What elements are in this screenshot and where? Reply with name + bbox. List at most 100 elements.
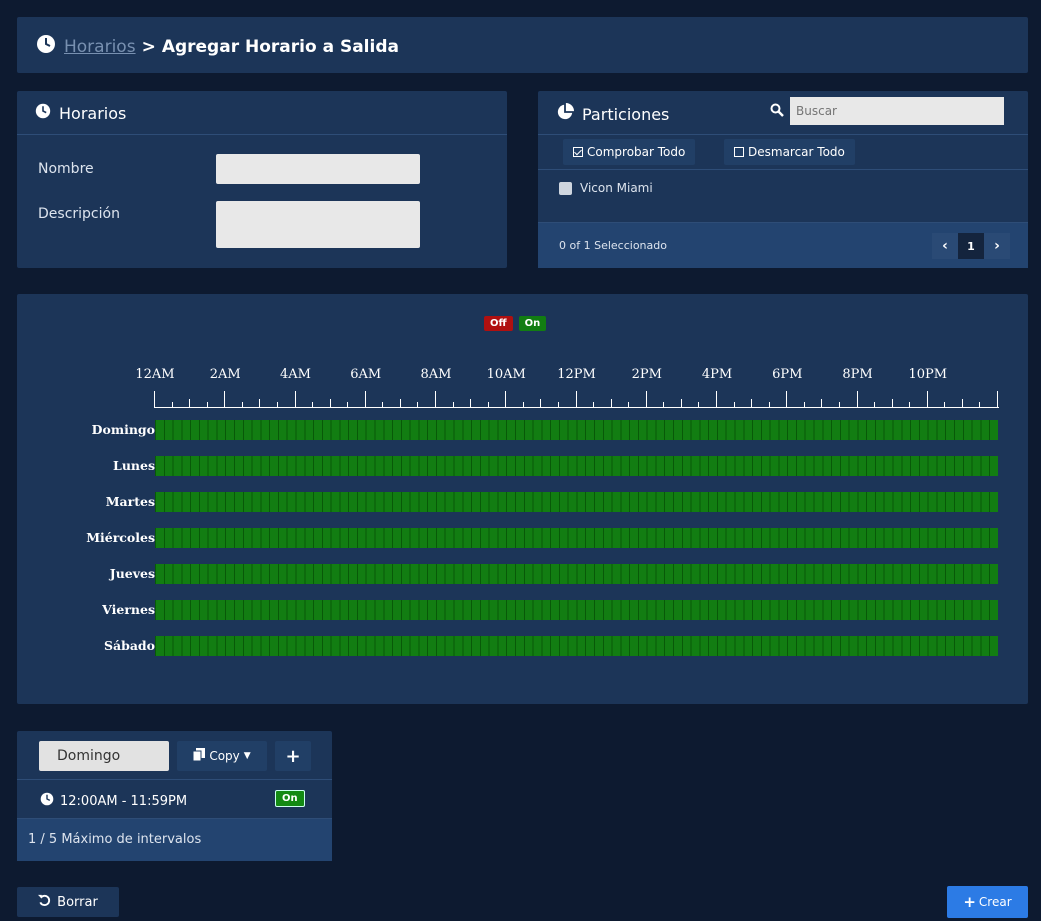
chevron-right-icon[interactable]: › [984, 233, 1010, 259]
schedule-grid-panel: Off On 12AM 2AM 4AM 6AM 8AM 10AM 12PM 2PM 4PM 6PM… [17, 294, 1028, 704]
ruler-tick [206, 402, 208, 407]
ruler-tick [628, 402, 630, 407]
ruler-tick [645, 391, 647, 407]
hour-label: 12PM [557, 367, 596, 382]
ruler-tick [838, 402, 840, 407]
ruler-tick [312, 402, 314, 407]
clock-icon [36, 34, 56, 59]
ruler-tick [487, 402, 489, 407]
descripcion-input[interactable] [216, 201, 420, 248]
ruler-tick [874, 402, 876, 407]
ruler-tick [294, 391, 296, 407]
reset-button[interactable]: Borrar [17, 887, 119, 917]
ruler-tick [171, 402, 173, 407]
legend-on: On [518, 316, 547, 331]
add-interval-button[interactable]: + [275, 741, 311, 771]
hour-label: 10PM [908, 367, 948, 382]
plus-icon: + [285, 745, 301, 767]
day-schedule-bar[interactable] [155, 420, 998, 440]
day-label: Lunes [113, 458, 155, 473]
uncheck-all-button[interactable]: Desmarcar Todo [724, 139, 855, 165]
day-schedule-bar[interactable] [155, 564, 998, 584]
hour-label: 8AM [420, 367, 452, 382]
hour-label: 4AM [280, 367, 311, 382]
search-box [770, 97, 1004, 125]
search-input[interactable] [790, 97, 1004, 125]
day-select-value: Domingo [57, 748, 121, 764]
hour-label: 12AM [135, 367, 175, 382]
breadcrumb-link-horarios[interactable]: Horarios [64, 37, 136, 57]
interval-state-toggle[interactable]: On [275, 790, 305, 807]
horarios-panel: Horarios Nombre Descripción [17, 91, 507, 268]
ruler-tick [399, 399, 401, 407]
checked-box-icon [573, 147, 583, 157]
legend-off: Off [484, 316, 513, 331]
ruler-tick [891, 399, 893, 407]
ruler-tick [821, 399, 823, 407]
uncheck-all-label: Desmarcar Todo [748, 145, 845, 159]
hour-label: 6AM [350, 367, 382, 382]
ruler-tick [610, 399, 612, 407]
intervals-footer: 1 / 5 Máximo de intervalos [17, 819, 332, 861]
ruler-tick [522, 402, 524, 407]
horarios-title-text: Horarios [59, 103, 127, 123]
nombre-input[interactable] [216, 154, 420, 184]
ruler-tick [470, 399, 472, 407]
reset-label: Borrar [57, 894, 98, 910]
ruler-tick [557, 402, 559, 407]
intervals-panel: Domingo Copy ▼ + 12:00AM - 11:59PM On 1 … [17, 731, 332, 861]
plus-icon: + [963, 893, 976, 911]
ruler-tick [382, 402, 384, 407]
day-label: Domingo [91, 422, 155, 437]
clock-icon [40, 792, 54, 810]
ruler-tick [276, 402, 278, 407]
ruler-tick [189, 399, 191, 407]
divider [17, 134, 507, 135]
ruler-tick [698, 402, 700, 407]
particiones-footer: 0 of 1 Seleccionado ‹ 1 › [538, 222, 1028, 268]
hour-label: 4PM [701, 367, 733, 382]
empty-box-icon [734, 147, 744, 157]
ruler-tick [944, 402, 946, 407]
partition-label: Vicon Miami [580, 181, 653, 195]
day-schedule-bar[interactable] [155, 456, 998, 476]
create-button[interactable]: + Crear [947, 886, 1028, 918]
copy-button[interactable]: Copy ▼ [177, 741, 267, 771]
ruler-tick [259, 399, 261, 407]
interval-time-text: 12:00AM - 11:59PM [60, 793, 188, 809]
day-label: Miércoles [86, 530, 155, 545]
create-label: Crear [978, 895, 1012, 909]
ruler-tick [593, 402, 595, 407]
hour-label: 2PM [631, 367, 662, 382]
day-label: Viernes [102, 602, 155, 617]
checkbox[interactable] [559, 181, 572, 195]
day-select[interactable]: Domingo [39, 741, 169, 771]
page-number[interactable]: 1 [958, 233, 984, 259]
caret-down-icon: ▼ [243, 751, 251, 761]
ruler-tick [680, 399, 682, 407]
interval-row[interactable]: 12:00AM - 11:59PM On [17, 779, 332, 819]
ruler-tick [435, 391, 436, 407]
ruler-tick [961, 399, 963, 407]
horarios-panel-title: Horarios [35, 103, 126, 123]
list-item[interactable]: Vicon Miami [559, 181, 653, 195]
breadcrumb-bar: Horarios > Agregar Horario a Salida [17, 17, 1028, 73]
day-schedule-bar[interactable] [155, 528, 998, 548]
ruler-tick [786, 391, 788, 407]
particiones-panel: Particiones Comprobar Todo Desmarcar Tod… [538, 91, 1028, 268]
day-schedule-bar[interactable] [155, 636, 998, 656]
ruler-tick [329, 399, 331, 407]
ruler-tick [347, 402, 349, 407]
undo-icon [38, 894, 51, 911]
particiones-panel-title: Particiones [556, 103, 669, 125]
check-all-button[interactable]: Comprobar Todo [563, 139, 696, 165]
day-schedule-bar[interactable] [155, 600, 998, 620]
ruler-tick [417, 402, 419, 407]
ruler-tick [768, 402, 770, 407]
ruler-tick [979, 402, 981, 407]
chevron-left-icon[interactable]: ‹ [932, 233, 958, 259]
interval-time: 12:00AM - 11:59PM [40, 792, 187, 810]
legend: Off On [484, 316, 547, 331]
page-title: Agregar Horario a Salida [161, 36, 399, 57]
day-schedule-bar[interactable] [155, 492, 998, 512]
